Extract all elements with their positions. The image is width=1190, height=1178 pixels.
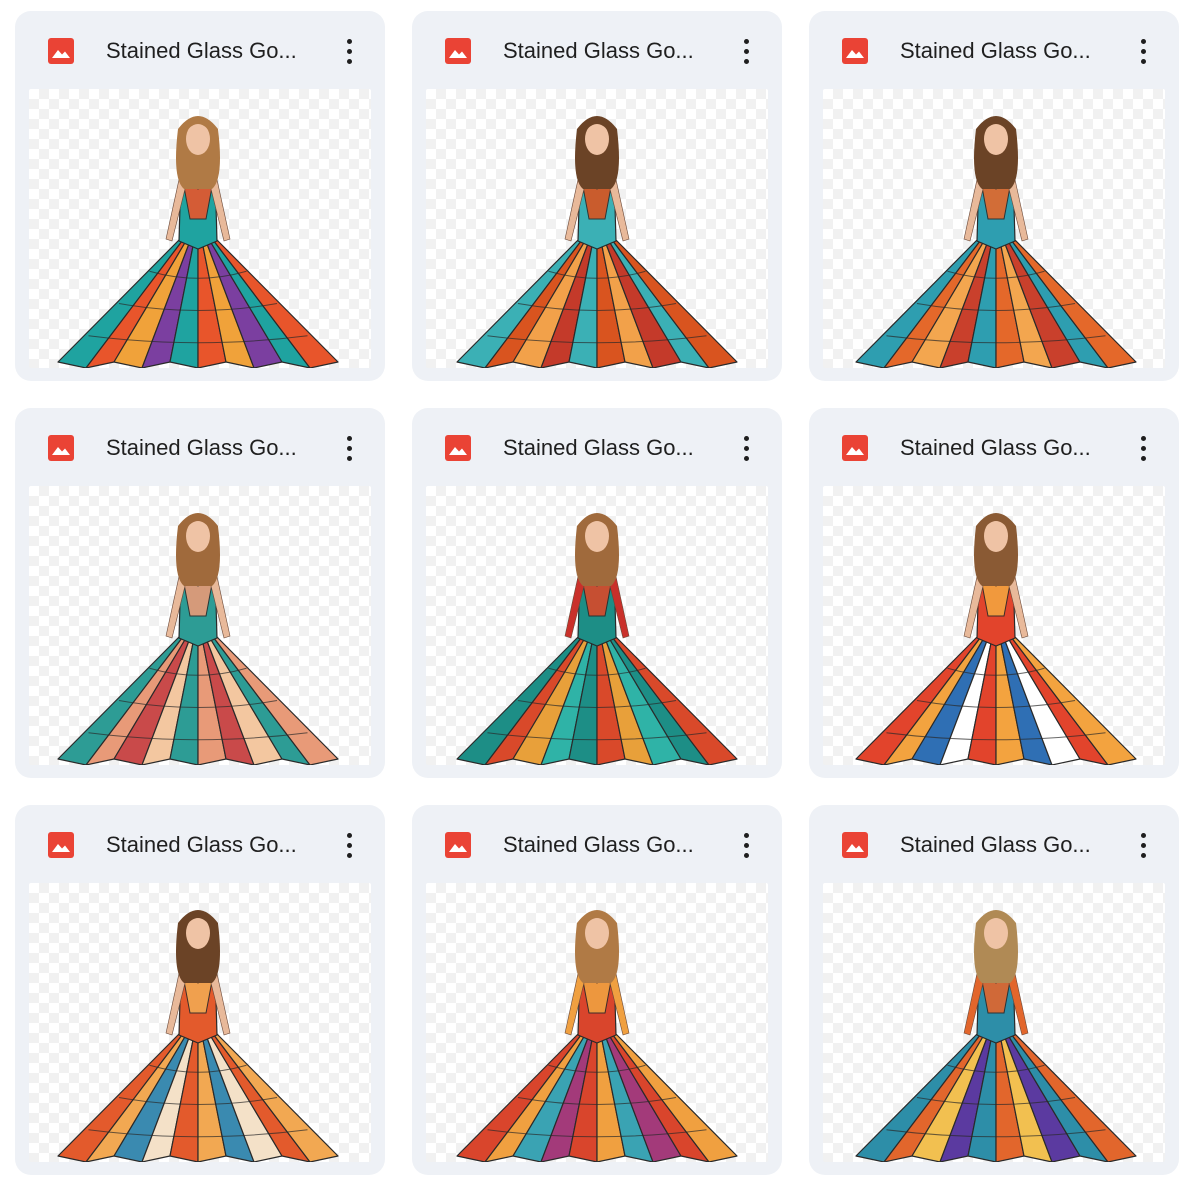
more-options-icon[interactable]: [333, 430, 365, 466]
more-options-icon[interactable]: [333, 827, 365, 863]
gown-figure: [456, 910, 738, 1162]
more-options-icon[interactable]: [333, 33, 365, 69]
gown-skirt: [456, 1032, 738, 1162]
gown-figure: [57, 513, 339, 765]
face: [186, 917, 210, 949]
gown-skirt: [57, 1032, 339, 1162]
more-options-icon[interactable]: [730, 827, 762, 863]
face: [186, 123, 210, 155]
file-thumbnail[interactable]: [823, 883, 1165, 1162]
file-card-header: Stained Glass Go...: [412, 11, 782, 89]
file-title[interactable]: Stained Glass Go...: [503, 831, 708, 859]
file-thumbnail[interactable]: [29, 486, 371, 765]
file-card-header: Stained Glass Go...: [809, 805, 1179, 883]
gown-figure: [57, 116, 339, 368]
file-title[interactable]: Stained Glass Go...: [106, 831, 311, 859]
file-card-header: Stained Glass Go...: [809, 11, 1179, 89]
file-title[interactable]: Stained Glass Go...: [900, 434, 1105, 462]
face: [984, 123, 1008, 155]
file-thumbnail[interactable]: [823, 89, 1165, 368]
file-card[interactable]: Stained Glass Go...: [15, 408, 385, 778]
gown-figure: [855, 910, 1137, 1162]
gown-skirt: [57, 635, 339, 765]
file-thumbnail[interactable]: [426, 883, 768, 1162]
image-file-icon: [445, 435, 471, 461]
gown-figure: [855, 116, 1137, 368]
file-card-header: Stained Glass Go...: [15, 805, 385, 883]
file-card-header: Stained Glass Go...: [412, 805, 782, 883]
file-card-header: Stained Glass Go...: [412, 408, 782, 486]
gown-skirt: [456, 635, 738, 765]
face: [186, 520, 210, 552]
gown-skirt: [855, 238, 1137, 368]
image-file-icon: [842, 38, 868, 64]
file-thumbnail[interactable]: [29, 883, 371, 1162]
face: [984, 917, 1008, 949]
more-options-icon[interactable]: [1127, 430, 1159, 466]
image-file-icon: [48, 435, 74, 461]
image-file-icon: [48, 832, 74, 858]
file-card[interactable]: Stained Glass Go...: [809, 805, 1179, 1175]
file-thumbnail[interactable]: [823, 486, 1165, 765]
gown-skirt: [855, 1032, 1137, 1162]
face: [984, 520, 1008, 552]
file-card[interactable]: Stained Glass Go...: [15, 11, 385, 381]
more-options-icon[interactable]: [730, 33, 762, 69]
face: [585, 917, 609, 949]
gown-figure: [855, 513, 1137, 765]
more-options-icon[interactable]: [1127, 827, 1159, 863]
file-title[interactable]: Stained Glass Go...: [503, 37, 708, 65]
gown-skirt: [855, 635, 1137, 765]
file-card[interactable]: Stained Glass Go...: [412, 11, 782, 381]
file-title[interactable]: Stained Glass Go...: [900, 831, 1105, 859]
more-options-icon[interactable]: [730, 430, 762, 466]
face: [585, 123, 609, 155]
file-title[interactable]: Stained Glass Go...: [503, 434, 708, 462]
file-card[interactable]: Stained Glass Go...: [809, 408, 1179, 778]
gown-figure: [57, 910, 339, 1162]
gown-skirt: [456, 238, 738, 368]
file-card-header: Stained Glass Go...: [809, 408, 1179, 486]
gown-skirt: [57, 238, 339, 368]
file-card[interactable]: Stained Glass Go...: [412, 408, 782, 778]
face: [585, 520, 609, 552]
gown-figure: [456, 513, 738, 765]
image-file-icon: [445, 832, 471, 858]
file-thumbnail[interactable]: [426, 486, 768, 765]
file-card-header: Stained Glass Go...: [15, 11, 385, 89]
file-thumbnail[interactable]: [426, 89, 768, 368]
more-options-icon[interactable]: [1127, 33, 1159, 69]
image-file-icon: [842, 832, 868, 858]
image-file-icon: [445, 38, 471, 64]
file-card[interactable]: Stained Glass Go...: [809, 11, 1179, 381]
file-thumbnail[interactable]: [29, 89, 371, 368]
file-title[interactable]: Stained Glass Go...: [106, 37, 311, 65]
file-grid: Stained Glass Go... Stained Glass Go... St…: [0, 0, 1190, 1178]
gown-figure: [456, 116, 738, 368]
file-title[interactable]: Stained Glass Go...: [106, 434, 311, 462]
file-card[interactable]: Stained Glass Go...: [412, 805, 782, 1175]
file-title[interactable]: Stained Glass Go...: [900, 37, 1105, 65]
file-card[interactable]: Stained Glass Go...: [15, 805, 385, 1175]
image-file-icon: [842, 435, 868, 461]
image-file-icon: [48, 38, 74, 64]
file-card-header: Stained Glass Go...: [15, 408, 385, 486]
